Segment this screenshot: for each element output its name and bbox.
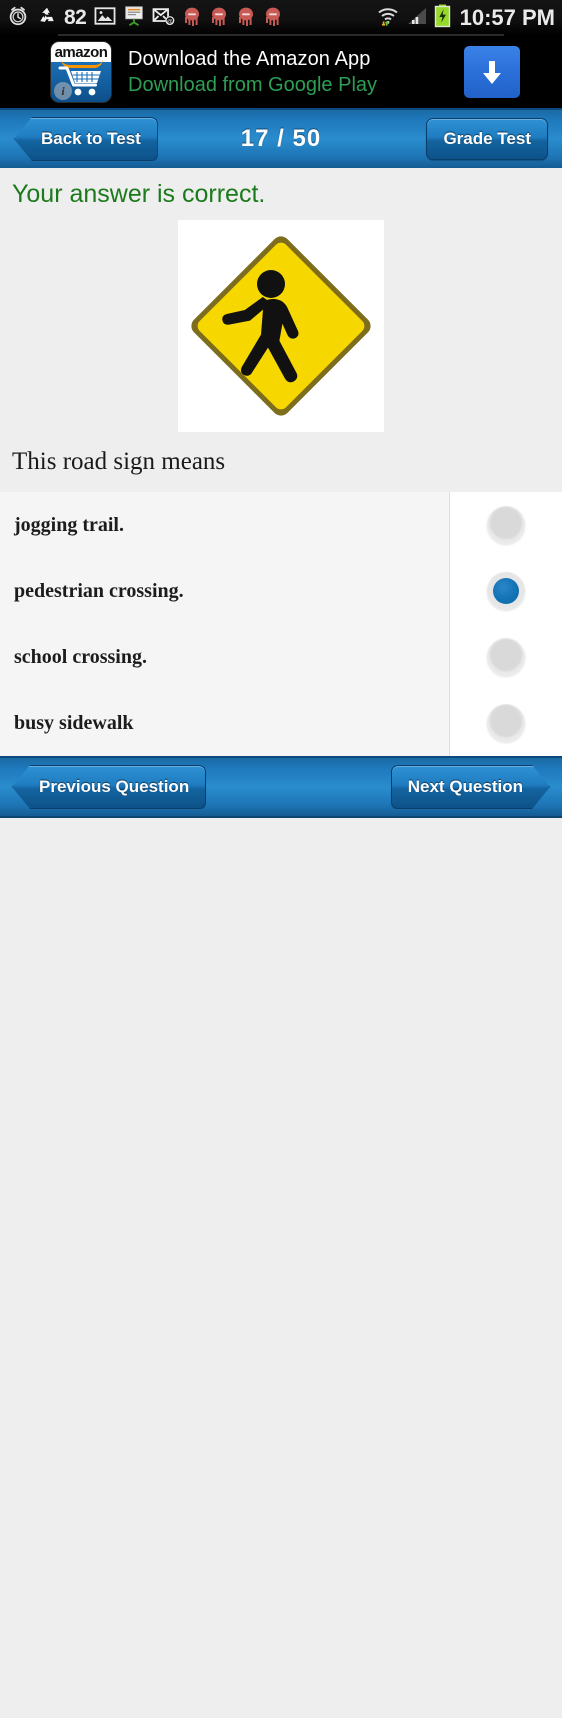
pedestrian-crossing-sign-icon [191, 236, 371, 416]
notification-count: 82 [64, 6, 87, 29]
test-footer-bar: Previous Question Next Question [0, 756, 562, 818]
radio-button-selected[interactable] [487, 572, 525, 610]
option-label: school crossing. [14, 645, 147, 668]
page-bottom-filler [0, 818, 562, 1718]
next-question-label: Next Question [407, 777, 523, 796]
radio-row[interactable] [450, 690, 562, 756]
ad-headline: Download the Amazon App [128, 47, 371, 70]
octopus-icon [209, 5, 229, 32]
ad-text-block: Download the Amazon App Download from Go… [112, 48, 464, 97]
presentation-icon [123, 5, 145, 32]
back-to-test-label: Back to Test [41, 129, 141, 148]
app-root: 82 @ 10:57 PM amazon i Download the Amaz… [0, 0, 562, 1718]
amazon-app-icon: amazon i [50, 41, 112, 103]
question-content: Your answer is correct. This road sign m… [0, 168, 562, 756]
radio-button-unselected[interactable] [487, 638, 525, 676]
grade-test-label: Grade Test [443, 129, 531, 148]
option-label: jogging trail. [14, 513, 124, 536]
signal-bars-icon [406, 6, 428, 31]
option-label: pedestrian crossing. [14, 579, 184, 602]
ad-subline: Download from Google Play [128, 73, 378, 96]
status-bar-left-icons: 82 @ [7, 5, 376, 32]
status-bar-clock: 10:57 PM [459, 5, 555, 30]
road-sign-image [178, 220, 384, 432]
answer-feedback: Your answer is correct. [12, 180, 266, 208]
back-to-test-button[interactable]: Back to Test [14, 117, 158, 161]
ad-info-icon[interactable]: i [54, 82, 72, 100]
radio-button-unselected[interactable] [487, 704, 525, 742]
wifi-icon [376, 5, 400, 32]
android-status-bar: 82 @ 10:57 PM [0, 0, 562, 36]
option-row[interactable]: busy sidewalk [0, 690, 449, 756]
radio-row[interactable] [450, 558, 562, 624]
gallery-icon [94, 6, 116, 31]
mail-at-icon: @ [152, 6, 175, 31]
option-label: busy sidewalk [14, 711, 134, 734]
octopus-icon [236, 5, 256, 32]
amazon-ad-banner[interactable]: amazon i Download the Amazon App Downloa… [0, 36, 562, 108]
test-header-bar: Back to Test 17 / 50 Grade Test [0, 108, 562, 168]
grade-test-button[interactable]: Grade Test [426, 118, 548, 160]
option-row[interactable]: pedestrian crossing. [0, 558, 449, 624]
radio-row[interactable] [450, 624, 562, 690]
next-question-button[interactable]: Next Question [391, 765, 550, 809]
battery-charging-icon [434, 4, 451, 33]
option-radio-column [450, 492, 562, 756]
svg-text:@: @ [167, 18, 173, 24]
option-row[interactable]: school crossing. [0, 624, 449, 690]
octopus-icon [263, 5, 283, 32]
ad-download-button[interactable] [464, 46, 520, 98]
radio-button-unselected[interactable] [487, 506, 525, 544]
answer-options: jogging trail. pedestrian crossing. scho… [0, 492, 562, 756]
option-row[interactable]: jogging trail. [0, 492, 449, 558]
previous-question-label: Previous Question [39, 777, 190, 796]
previous-question-button[interactable]: Previous Question [12, 765, 207, 809]
octopus-icon [182, 5, 202, 32]
download-arrow-icon [483, 61, 501, 84]
alarm-clock-icon [7, 5, 29, 32]
option-label-column: jogging trail. pedestrian crossing. scho… [0, 492, 450, 756]
question-text: This road sign means [12, 448, 226, 475]
sign-image-wrapper [0, 220, 562, 432]
recycle-icon [36, 5, 58, 31]
status-bar-right-icons: 10:57 PM [376, 4, 555, 33]
radio-row[interactable] [450, 492, 562, 558]
